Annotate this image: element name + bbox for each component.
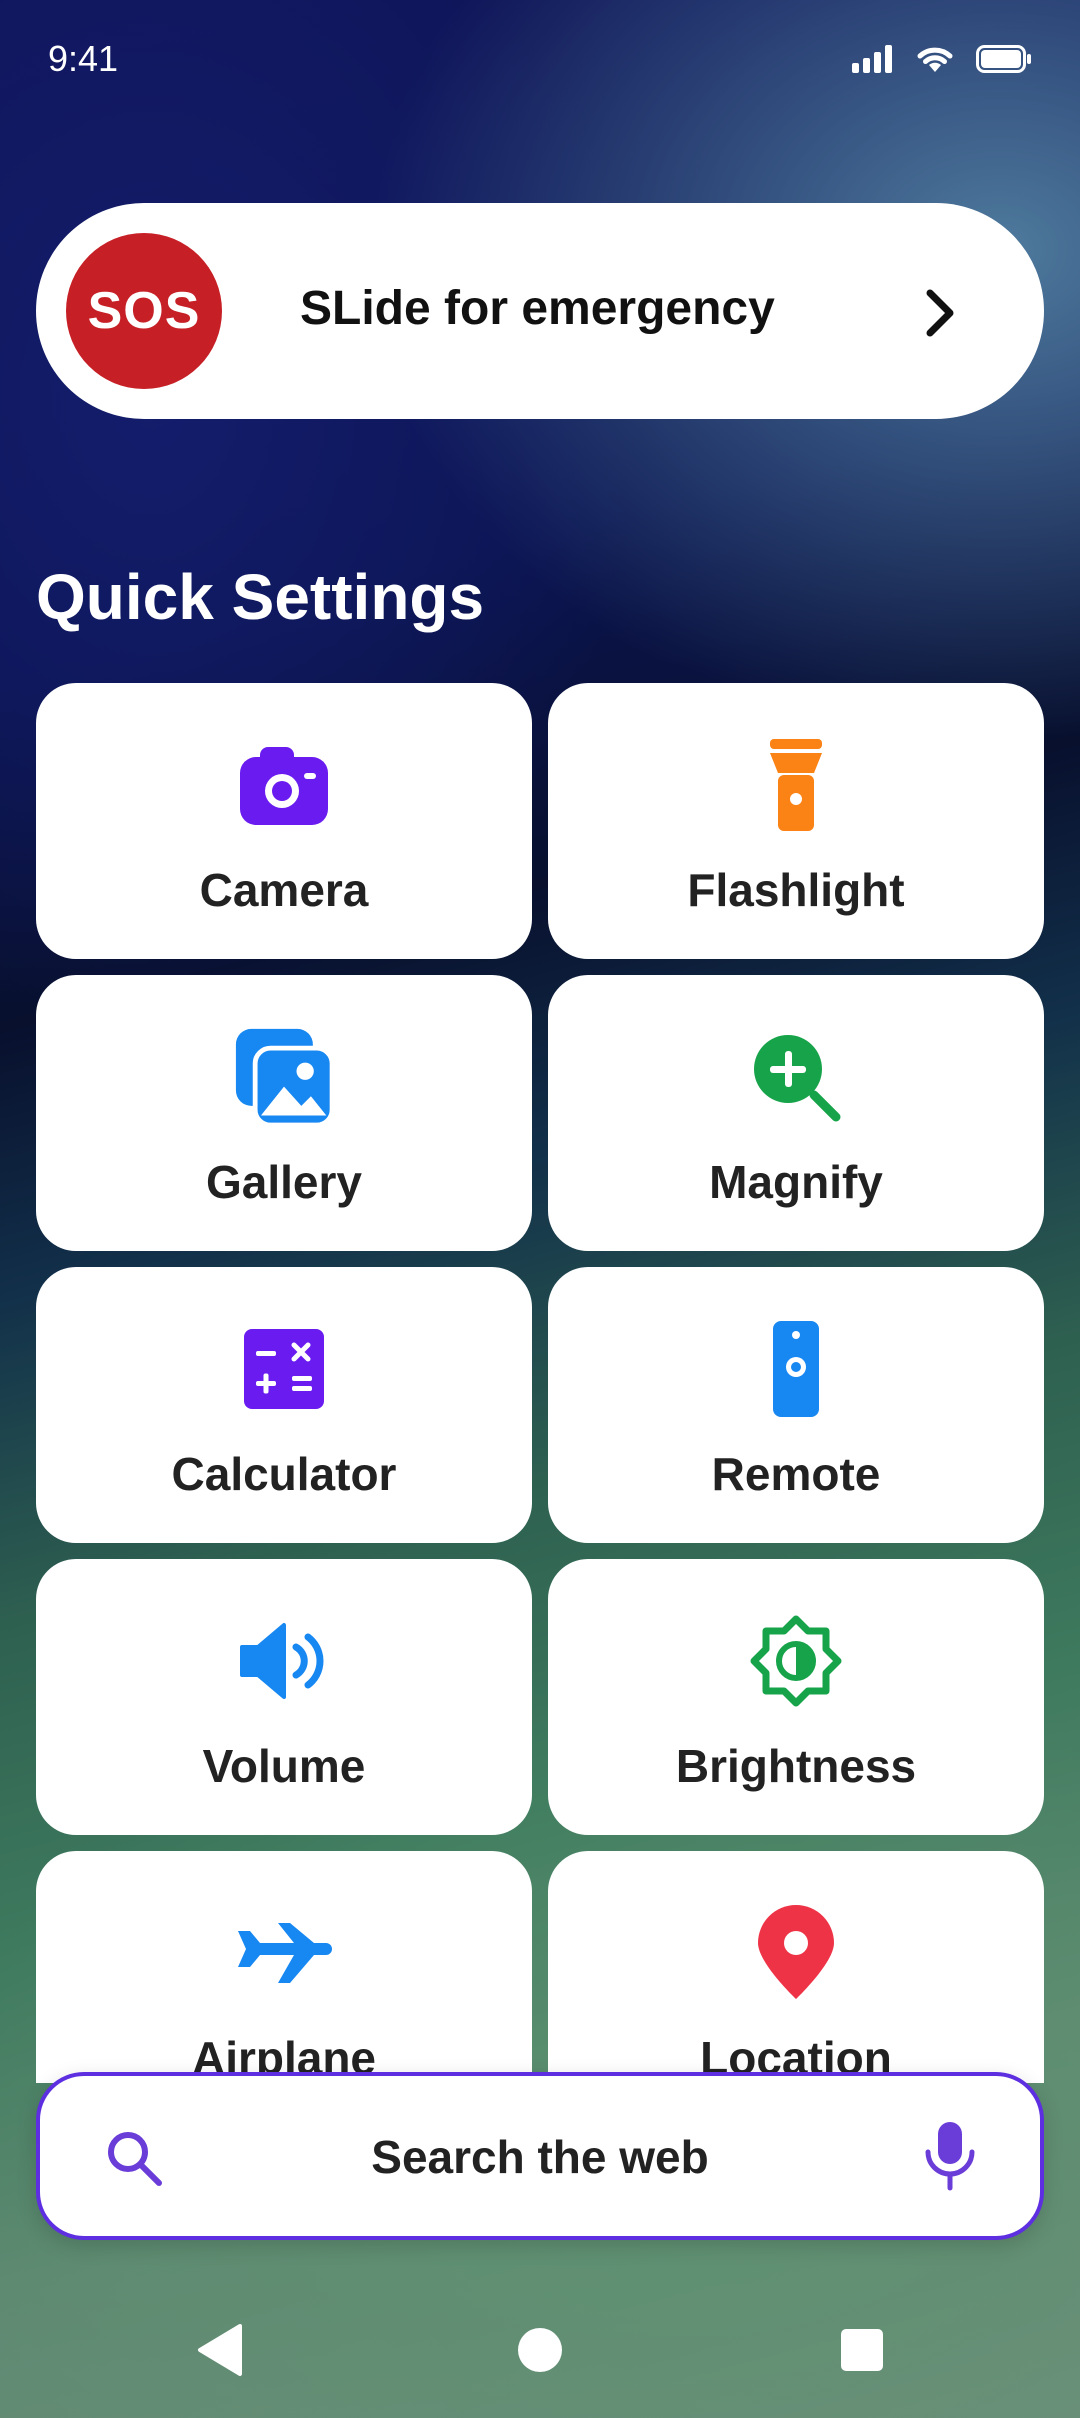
location-icon [746,1903,846,2003]
sos-badge[interactable]: SOS [66,233,222,389]
tile-magnify[interactable]: Magnify [548,975,1044,1251]
back-icon[interactable] [196,2322,244,2383]
home-icon[interactable] [516,2322,564,2383]
search-placeholder[interactable]: Search the web [40,2130,1040,2184]
tile-camera[interactable]: Camera [36,683,532,959]
quick-settings-grid: Camera Flashlight Gallery Magnify Calcul… [36,683,1044,2083]
camera-icon [234,735,334,835]
tile-label: Volume [202,1740,366,1792]
tile-label: Calculator [171,1448,397,1500]
gallery-icon [234,1027,334,1128]
tile-label: Remote [711,1448,881,1500]
tile-label: Brightness [675,1740,917,1792]
tile-label: Flashlight [687,864,905,916]
section-title: Quick Settings [36,561,485,633]
flashlight-icon [746,735,846,835]
tile-gallery[interactable]: Gallery [36,975,532,1251]
sos-slider[interactable]: SOS SLide for emergency [36,203,1044,419]
microphone-icon[interactable] [922,2120,978,2197]
remote-icon [746,1319,846,1419]
magnify-icon [746,1027,846,1127]
brightness-icon [746,1611,846,1711]
tile-label: Gallery [206,1156,362,1208]
signal-icon [852,45,894,78]
chevron-right-icon [920,287,960,344]
tile-calculator[interactable]: Calculator [36,1267,532,1543]
sos-label: SLide for emergency [300,282,775,335]
navigation-bar [0,2290,1080,2418]
tile-airplane[interactable]: Airplane [36,1851,532,2083]
tile-volume[interactable]: Volume [36,1559,532,1835]
airplane-icon [234,1903,334,2003]
tile-brightness[interactable]: Brightness [548,1559,1044,1835]
tile-location[interactable]: Location [548,1851,1044,2083]
volume-icon [234,1611,334,1711]
recents-icon[interactable] [838,2322,886,2383]
status-bar: 9:41 [0,0,1080,120]
wifi-icon [916,44,954,79]
tile-flashlight[interactable]: Flashlight [548,683,1044,959]
battery-icon [976,45,1032,78]
calculator-icon [234,1319,334,1419]
status-time: 9:41 [48,38,119,79]
tile-remote[interactable]: Remote [548,1267,1044,1543]
tile-label: Magnify [709,1156,883,1208]
tile-label: Camera [199,864,369,916]
search-bar[interactable]: Search the web [36,2072,1044,2240]
status-icons [852,44,1032,79]
